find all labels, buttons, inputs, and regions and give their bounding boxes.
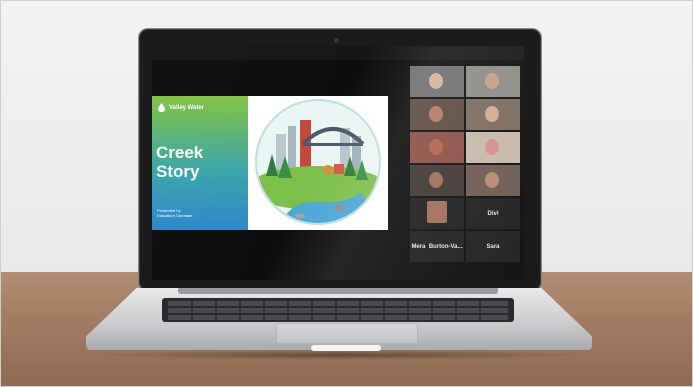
image-border [0, 0, 693, 387]
